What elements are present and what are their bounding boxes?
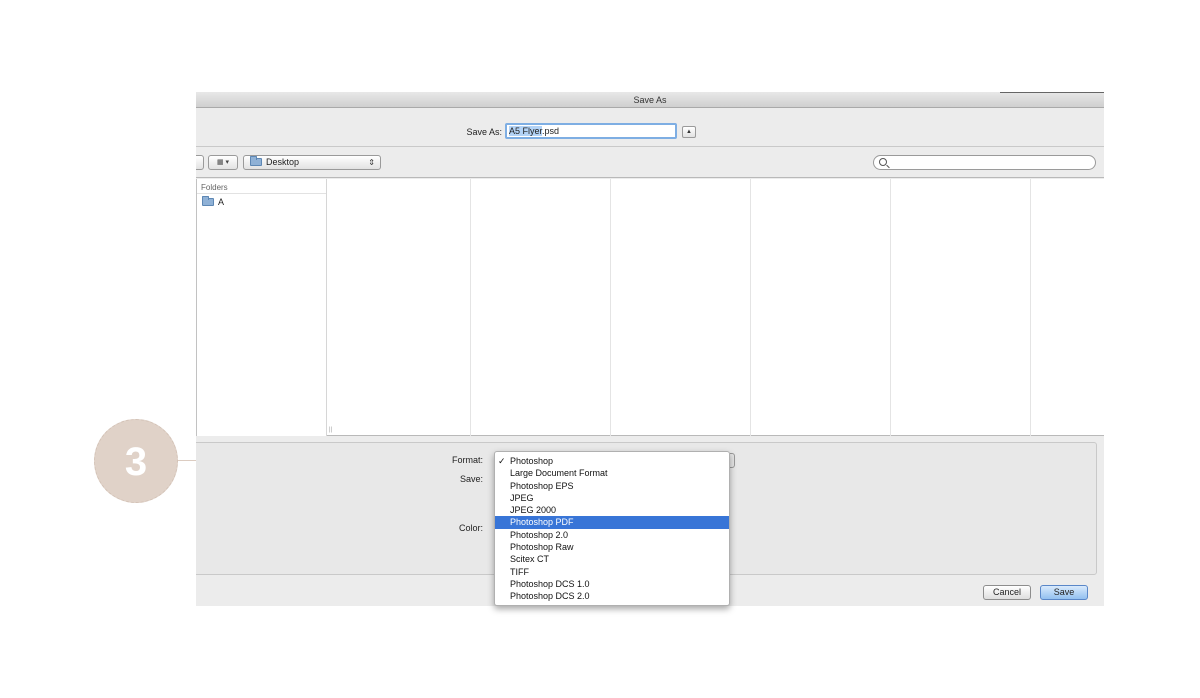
save-button[interactable]: Save — [1040, 585, 1088, 600]
menu-item-jpeg-2000[interactable]: JPEG 2000 — [495, 504, 729, 516]
menu-item-photoshop[interactable]: ✓ Photoshop — [495, 455, 729, 467]
menu-item-label: Large Document Format — [510, 468, 608, 479]
menu-item-photoshop-2-0[interactable]: Photoshop 2.0 — [495, 529, 729, 541]
menu-item-label: Photoshop Raw — [510, 542, 574, 553]
menu-item-tiff[interactable]: TIFF — [495, 566, 729, 578]
browser-column — [891, 179, 1031, 436]
menu-item-label: Photoshop — [510, 456, 554, 466]
titlebar-edge — [1000, 92, 1104, 95]
grid-view-icon: ▦ ▾ — [216, 159, 230, 166]
filename-extension: .psd — [542, 126, 560, 136]
menu-item-photoshop-dcs-1-0[interactable]: Photoshop DCS 1.0 — [495, 578, 729, 590]
browser-toolbar: ▦ ▾ Desktop ⇕ — [196, 148, 1104, 178]
cancel-button[interactable]: Cancel — [983, 585, 1031, 600]
browser-column — [751, 179, 891, 436]
menu-item-label: Photoshop DCS 1.0 — [510, 578, 590, 589]
format-label: Format: — [451, 455, 483, 465]
menu-item-label: Photoshop 2.0 — [510, 529, 569, 540]
save-options-label: Save: — [459, 474, 483, 484]
color-label: Color: — [458, 523, 483, 533]
menu-item-label: JPEG — [510, 492, 534, 503]
browser-column — [611, 179, 751, 436]
sidebar-header: Folders — [197, 179, 326, 194]
search-input[interactable] — [873, 155, 1096, 170]
save-as-label: Save As: — [466, 127, 502, 137]
menu-item-label: Scitex CT — [510, 554, 550, 565]
sidebar-item-a[interactable]: A — [197, 194, 326, 208]
triangle-up-icon: ▲ — [686, 129, 692, 135]
window-title-text: Save As — [633, 95, 667, 105]
folder-icon — [202, 196, 214, 206]
save-as-row: Save As: A5 Flyer.psd ▲ — [196, 109, 1104, 147]
view-mode-button[interactable]: ▦ ▾ — [208, 155, 238, 170]
window-title: Save As — [196, 92, 1104, 108]
menu-item-label: TIFF — [510, 566, 529, 577]
menu-item-label: JPEG 2000 — [510, 505, 557, 516]
folder-icon — [250, 156, 262, 166]
format-popup-button[interactable] — [730, 453, 735, 468]
menu-item-scitex-ct[interactable]: Scitex CT — [495, 553, 729, 565]
file-browser: Folders A || — [196, 179, 1104, 436]
checkmark-icon: ✓ — [498, 456, 506, 466]
browser-column — [471, 179, 611, 436]
menu-item-label: Photoshop EPS — [510, 480, 574, 491]
menu-item-label: Photoshop PDF — [510, 517, 574, 528]
menu-item-photoshop-eps[interactable]: Photoshop EPS — [495, 480, 729, 492]
filename-input[interactable]: A5 Flyer.psd — [505, 123, 677, 139]
up-down-arrows-icon: ⇕ — [368, 158, 375, 167]
sidebar-item-label: A — [218, 197, 225, 207]
menu-item-label: Photoshop DCS 2.0 — [510, 591, 590, 602]
location-select[interactable]: Desktop ⇕ — [243, 155, 381, 170]
search-icon — [879, 158, 887, 166]
menu-item-large-document-format[interactable]: Large Document Format — [495, 467, 729, 479]
expand-dialog-button[interactable]: ▲ — [682, 126, 696, 138]
filename-selected-text: A5 Flyer — [509, 126, 543, 136]
menu-item-photoshop-dcs-2-0[interactable]: Photoshop DCS 2.0 — [495, 590, 729, 602]
forward-button[interactable] — [196, 155, 204, 170]
sidebar: Folders A — [196, 179, 327, 436]
menu-item-jpeg[interactable]: JPEG — [495, 492, 729, 504]
menu-item-photoshop-pdf[interactable]: Photoshop PDF — [495, 516, 729, 529]
browser-column — [332, 179, 471, 436]
format-dropdown-menu: ✓ Photoshop Large Document Format Photosh… — [494, 451, 730, 606]
location-label: Desktop — [266, 157, 300, 167]
menu-item-photoshop-raw[interactable]: Photoshop Raw — [495, 541, 729, 553]
step-badge: 3 — [94, 419, 178, 503]
